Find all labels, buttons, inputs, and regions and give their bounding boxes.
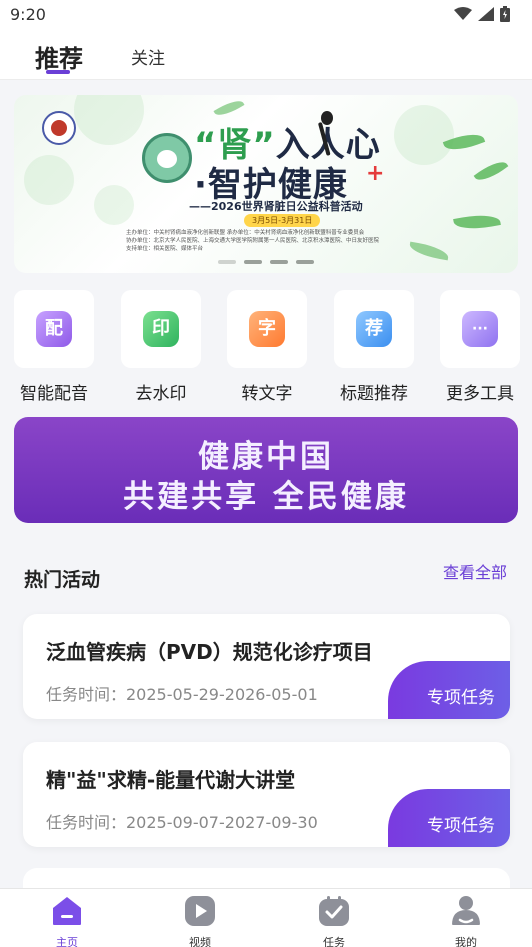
status-time: 9:20 (10, 5, 46, 24)
tab-recommend[interactable]: 推荐 (35, 39, 83, 74)
wifi-icon (454, 7, 472, 20)
carousel-dot[interactable] (270, 260, 288, 264)
organization-logo (42, 111, 76, 145)
home-icon (53, 897, 81, 925)
more-tools-icon: ··· (462, 311, 498, 347)
activity-time: 任务时间：2025-05-29-2026-05-01 (46, 685, 318, 704)
tool-more-tools[interactable]: ··· 更多工具 (440, 290, 520, 405)
banner-organizers: 主办单位：中关村肾病血液净化创新联盟 承办单位：中关村肾病血液净化创新联盟科普专… (126, 230, 380, 252)
carousel-dot[interactable] (296, 260, 314, 264)
nav-video[interactable]: 视频 (160, 895, 240, 947)
view-all-link[interactable]: 查看全部 (443, 559, 507, 583)
promo-banner[interactable]: “肾”入人心 ·智护健康 + ——2026世界肾脏日公益科普活动 3月5日-3月… (14, 95, 518, 273)
slogan-banner[interactable]: 健康中国 共建共享 全民健康 (14, 417, 518, 523)
tool-label: 更多工具 (446, 384, 514, 404)
kidney-mascot-icon (142, 133, 192, 183)
nav-task[interactable]: 任务 (294, 895, 374, 947)
tool-smart-dubbing[interactable]: 配 智能配音 (14, 290, 94, 405)
tab-follow[interactable]: 关注 (131, 44, 165, 69)
banner-subtitle: ——2026世界肾脏日公益科普活动 (189, 200, 363, 213)
tool-label: 智能配音 (20, 384, 88, 404)
activity-title: 精"益"求精-能量代谢大讲堂 (46, 768, 296, 792)
task-icon (319, 896, 349, 926)
status-bar: 9:20 (0, 0, 532, 30)
activity-tag: 专项任务 (388, 789, 510, 847)
text-convert-icon: 字 (249, 311, 285, 347)
status-icons (454, 6, 510, 22)
tool-remove-watermark[interactable]: 印 去水印 (121, 290, 201, 405)
carousel-dot[interactable] (218, 260, 236, 264)
nav-label: 任务 (323, 936, 345, 947)
microphone-icon (318, 111, 333, 156)
nav-label: 我的 (455, 936, 477, 947)
nav-home[interactable]: 主页 (27, 895, 107, 947)
video-icon (185, 896, 215, 926)
watermark-icon: 印 (143, 311, 179, 347)
tool-label: 去水印 (135, 384, 187, 404)
slogan-line2: 共建共享 全民健康 (123, 479, 409, 515)
activity-time: 任务时间：2025-09-07-2027-09-30 (46, 813, 318, 832)
battery-icon (500, 6, 510, 22)
bottom-nav: 主页 视频 任务 我的 (0, 888, 532, 947)
nav-profile[interactable]: 我的 (426, 895, 506, 947)
activity-title: 泛血管疾病（PVD）规范化诊疗项目 (46, 640, 373, 664)
banner-date: 3月5日-3月31日 (244, 214, 321, 227)
carousel-indicator (14, 260, 518, 264)
plus-icon: + (366, 161, 385, 186)
activity-card[interactable]: 泛血管疾病（PVD）规范化诊疗项目 任务时间：2025-05-29-2026-0… (23, 614, 510, 719)
nav-label: 主页 (56, 936, 78, 947)
active-tab-indicator (46, 70, 70, 74)
tool-label: 标题推荐 (340, 384, 408, 404)
tool-label: 转文字 (241, 384, 293, 404)
tool-grid: 配 智能配音 印 去水印 字 转文字 荐 标题推荐 ··· 更多工具 (0, 290, 532, 405)
dubbing-icon: 配 (36, 311, 72, 347)
signal-icon (478, 7, 494, 21)
profile-icon (452, 896, 480, 925)
carousel-dot[interactable] (244, 260, 262, 264)
nav-label: 视频 (189, 936, 211, 947)
title-recommend-icon: 荐 (356, 311, 392, 347)
top-tab-bar: 推荐 关注 (0, 30, 532, 80)
tool-title-recommend[interactable]: 荐 标题推荐 (334, 290, 414, 405)
section-title: 热门活动 (24, 569, 101, 591)
tool-speech-to-text[interactable]: 字 转文字 (227, 290, 307, 405)
activity-card[interactable]: 精"益"求精-能量代谢大讲堂 任务时间：2025-09-07-2027-09-3… (23, 742, 510, 847)
activity-tag: 专项任务 (388, 661, 510, 719)
slogan-line1: 健康中国 (198, 439, 334, 475)
